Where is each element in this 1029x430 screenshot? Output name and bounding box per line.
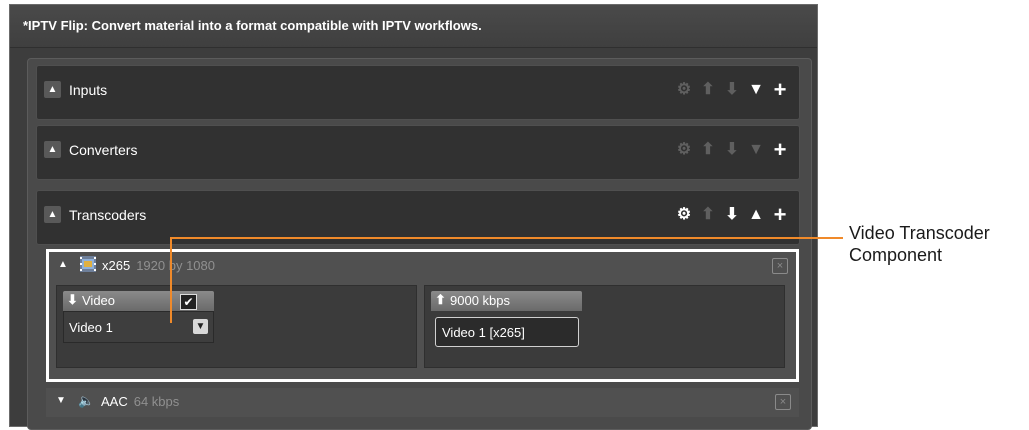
- move-down-icon[interactable]: ⬇: [723, 139, 741, 161]
- collapse-component-icon[interactable]: ▲: [58, 259, 68, 270]
- collapse-toggle-converters[interactable]: ▲: [44, 141, 61, 158]
- window-title: *IPTV Flip: Convert material into a form…: [23, 18, 482, 33]
- triangle-down-icon[interactable]: ▼: [747, 139, 765, 161]
- film-icon: [80, 256, 96, 272]
- input-tab: ⬇ Video ✔: [63, 291, 214, 311]
- section-toolbar: ⚙ ⬆ ⬇ ▼ +: [675, 79, 789, 101]
- triangle-down-icon[interactable]: ▼: [747, 79, 765, 101]
- add-icon[interactable]: +: [771, 204, 789, 226]
- move-up-icon[interactable]: ⬆: [699, 139, 717, 161]
- component-bitrate: 64 kbps: [133, 394, 180, 409]
- section-label: Transcoders: [69, 207, 147, 223]
- remove-component-button[interactable]: ×: [775, 394, 791, 410]
- section-toolbar: ⚙ ⬆ ⬇ ▼ +: [675, 139, 789, 161]
- title-bar: *IPTV Flip: Convert material into a form…: [10, 5, 817, 48]
- section-toolbar: ⚙ ⬆ ⬇ ▲ +: [675, 204, 789, 226]
- input-arrow-icon: ⬇: [67, 292, 78, 307]
- component-resolution: 1920 by 1080: [136, 258, 215, 273]
- component-name: x265: [102, 258, 131, 273]
- move-up-icon[interactable]: ⬆: [699, 204, 717, 226]
- enable-input-checkbox[interactable]: ✔: [180, 294, 197, 310]
- component-header: ▲ x265 1920 by 1080 ×: [49, 252, 796, 280]
- add-icon[interactable]: +: [771, 139, 789, 161]
- input-tab-label: Video: [82, 293, 116, 308]
- section-inputs: ▲ Inputs ⚙ ⬆ ⬇ ▼ +: [36, 65, 800, 120]
- chevron-down-icon[interactable]: ▼: [193, 319, 208, 334]
- component-title: AAC 64 kbps: [101, 394, 179, 409]
- section-converters: ▲ Converters ⚙ ⬆ ⬇ ▼ +: [36, 125, 800, 180]
- callout-label: Video Transcoder Component: [849, 222, 990, 266]
- section-label: Inputs: [69, 82, 108, 98]
- component-name: AAC: [101, 394, 128, 409]
- output-tab: ⬆ 9000 kbps: [431, 291, 582, 311]
- section-label: Converters: [69, 142, 138, 158]
- output-name-field[interactable]: Video 1 [x265]: [435, 317, 579, 347]
- callout-leader-vertical: [170, 237, 172, 323]
- output-name-value: Video 1 [x265]: [442, 325, 525, 340]
- collapse-toggle-inputs[interactable]: ▲: [44, 81, 61, 98]
- triangle-up-icon[interactable]: ▲: [747, 204, 765, 226]
- output-pane: ⬆ 9000 kbps Video 1 [x265]: [424, 285, 785, 368]
- gear-icon[interactable]: ⚙: [675, 204, 693, 226]
- gear-icon[interactable]: ⚙: [675, 139, 693, 161]
- collapse-toggle-transcoders[interactable]: ▲: [44, 206, 61, 223]
- callout-line-1: Video Transcoder: [849, 223, 990, 243]
- move-down-icon[interactable]: ⬇: [723, 204, 741, 226]
- video-transcoder-component: ▲ x265 1920 by 1080 × ⬇ Video ✔ Video 1 ▼: [46, 249, 799, 382]
- input-source-value: Video 1: [69, 320, 113, 335]
- add-icon[interactable]: +: [771, 79, 789, 101]
- iptv-flip-window: *IPTV Flip: Convert material into a form…: [9, 4, 818, 430]
- component-title: x265 1920 by 1080: [102, 258, 215, 273]
- output-bitrate: 9000 kbps: [450, 293, 510, 308]
- output-arrow-icon: ⬆: [435, 292, 446, 307]
- callout-leader-horizontal: [170, 237, 843, 239]
- input-pane: ⬇ Video ✔ Video 1 ▼: [56, 285, 417, 368]
- speaker-icon: 🔈: [78, 393, 95, 408]
- expand-component-icon[interactable]: ▼: [56, 395, 66, 406]
- callout-line-2: Component: [849, 245, 943, 265]
- move-down-icon[interactable]: ⬇: [723, 79, 741, 101]
- move-up-icon[interactable]: ⬆: [699, 79, 717, 101]
- audio-transcoder-component: ▼ 🔈 AAC 64 kbps ×: [46, 388, 799, 417]
- input-source-select[interactable]: Video 1 ▼: [63, 311, 214, 343]
- gear-icon[interactable]: ⚙: [675, 79, 693, 101]
- remove-component-button[interactable]: ×: [772, 258, 788, 274]
